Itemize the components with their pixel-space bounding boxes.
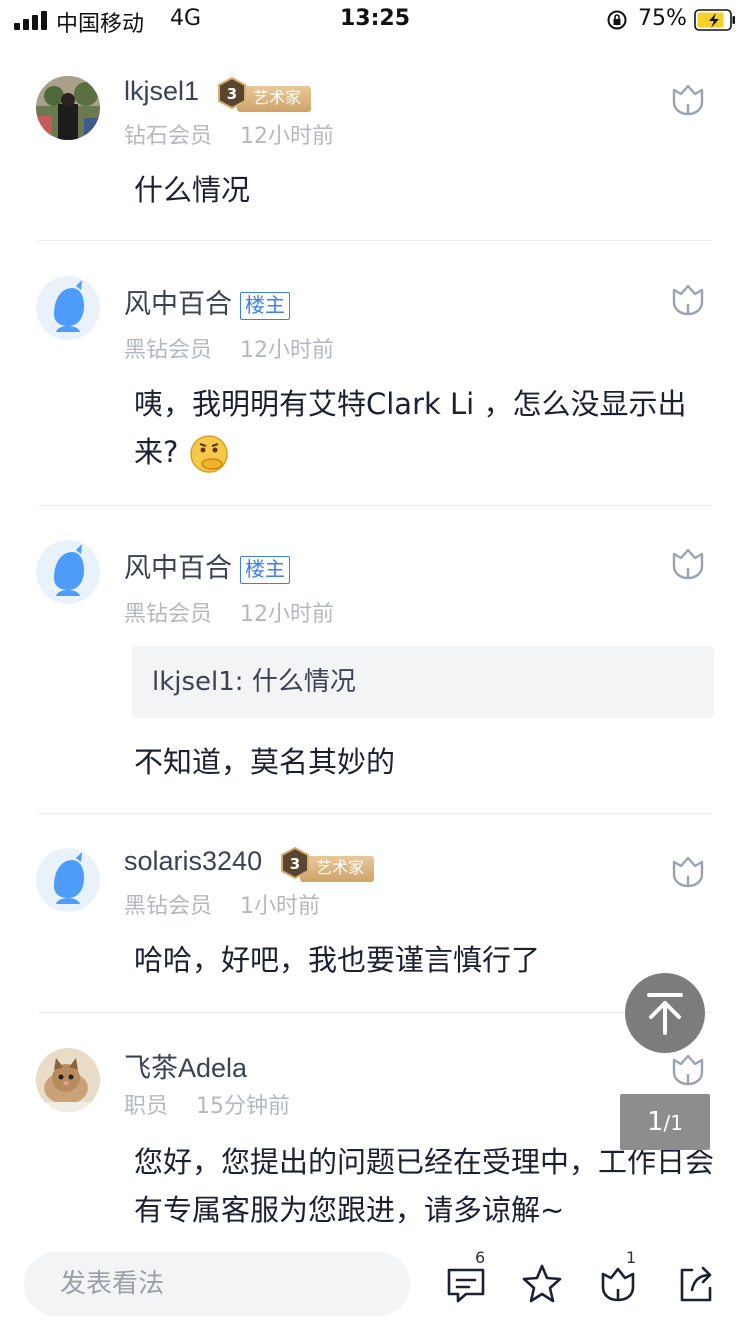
like-icon[interactable] xyxy=(596,1262,640,1306)
divider xyxy=(38,240,712,241)
comment-meta: 黑钻会员 12小时前 xyxy=(124,602,335,627)
star-icon[interactable] xyxy=(520,1262,564,1306)
share-icon[interactable] xyxy=(674,1262,718,1306)
comment-meta: 职员 15分钟前 xyxy=(124,1094,291,1119)
page-indicator[interactable]: 1/1 xyxy=(620,1094,710,1150)
like-icon[interactable] xyxy=(668,1050,708,1090)
artist-badge: 3 艺术家 xyxy=(217,76,312,112)
comment-meta: 黑钻会员 1小时前 xyxy=(124,894,321,919)
battery-percent: 75% xyxy=(638,6,687,31)
username[interactable]: 风中百合 楼主 xyxy=(124,546,290,585)
username[interactable]: lkjsel1 3 艺术家 xyxy=(124,76,312,112)
comment-text: 不知道，莫名其妙的 xyxy=(134,745,396,779)
svg-text:3: 3 xyxy=(227,85,237,103)
back-to-top-button[interactable] xyxy=(625,973,705,1053)
comment-text: 咦，我明明有艾特Clark Li ，怎么没显示出来? xyxy=(134,380,712,476)
like-count: 1 xyxy=(626,1248,637,1267)
medal-icon: 3 xyxy=(281,846,310,879)
avatar[interactable] xyxy=(36,76,100,140)
comment-text: 您好，您提出的问题已经在受理中，工作日会有专属客服为您跟进，请多谅解~ xyxy=(134,1145,715,1227)
like-icon[interactable] xyxy=(668,80,708,120)
thread-owner-badge: 楼主 xyxy=(240,291,290,320)
thread-owner-badge: 楼主 xyxy=(240,555,290,584)
comment-input[interactable]: 发表看法 xyxy=(24,1252,410,1316)
like-icon[interactable] xyxy=(668,852,708,892)
avatar[interactable] xyxy=(36,1048,100,1112)
arrow-up-icon xyxy=(647,993,683,1035)
avatar[interactable] xyxy=(36,276,100,340)
like-icon[interactable] xyxy=(668,544,708,584)
battery-icon xyxy=(694,9,735,31)
comment-icon[interactable] xyxy=(444,1262,488,1306)
artist-badge: 3 艺术家 xyxy=(280,846,375,882)
comment-text: 什么情况 xyxy=(134,173,251,207)
rotation-lock-icon xyxy=(607,10,627,30)
username[interactable]: 飞茶Adela xyxy=(124,1046,247,1085)
comment-meta: 钻石会员 12小时前 xyxy=(124,124,335,149)
comment-count: 6 xyxy=(475,1248,486,1267)
medal-icon: 3 xyxy=(218,76,247,109)
thinking-emoji-icon xyxy=(189,435,228,473)
like-icon[interactable] xyxy=(668,280,708,320)
divider xyxy=(38,813,712,814)
bottom-action-bar: 发表看法 6 1 xyxy=(0,1240,750,1334)
username[interactable]: 风中百合 楼主 xyxy=(124,282,290,321)
avatar[interactable] xyxy=(36,540,100,604)
status-bar: 中国移动 4G 13:25 75% xyxy=(0,0,750,40)
divider xyxy=(38,1012,712,1013)
comment-meta: 黑钻会员 12小时前 xyxy=(124,338,335,363)
svg-text:3: 3 xyxy=(290,855,300,873)
avatar[interactable] xyxy=(36,848,100,912)
divider xyxy=(38,505,712,506)
quoted-reply[interactable]: lkjsel1: 什么情况 xyxy=(132,646,714,718)
username[interactable]: solaris3240 3 艺术家 xyxy=(124,846,375,882)
